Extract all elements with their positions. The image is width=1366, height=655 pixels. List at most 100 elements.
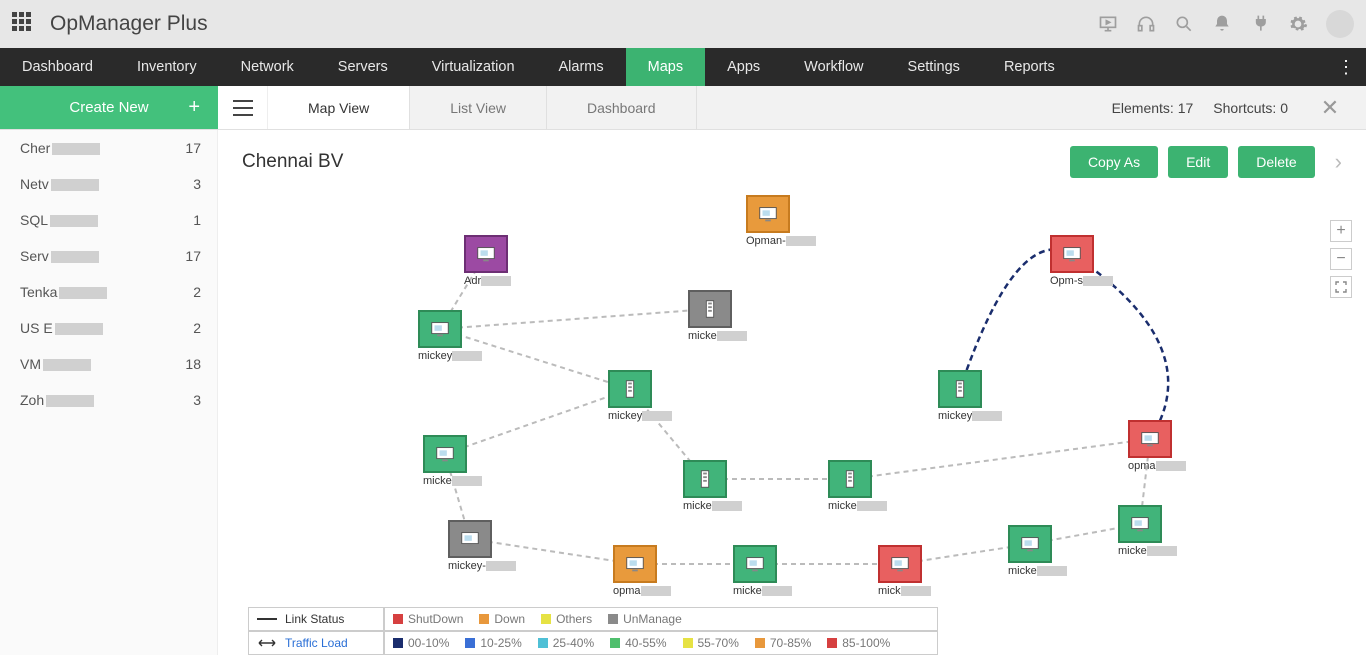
delete-button[interactable]: Delete — [1238, 146, 1314, 178]
device-icon — [418, 310, 462, 348]
device-icon — [733, 545, 777, 583]
map-list-sidebar: Cher17Netv3SQL1Serv17Tenka2US E2VM18Zoh3 — [0, 130, 218, 655]
zoom-out-button[interactable]: − — [1330, 248, 1352, 270]
nav-maps[interactable]: Maps — [626, 48, 705, 86]
nav-servers[interactable]: Servers — [316, 48, 410, 86]
sidebar-item[interactable]: SQL1 — [0, 202, 217, 238]
nav-alarms[interactable]: Alarms — [537, 48, 626, 86]
chevron-right-icon[interactable]: › — [1335, 149, 1342, 175]
presentation-icon[interactable] — [1098, 14, 1118, 34]
search-icon[interactable] — [1174, 14, 1194, 34]
plug-icon[interactable] — [1250, 14, 1270, 34]
legend-load-item: 85-100% — [827, 636, 890, 650]
node-label: micke — [733, 585, 792, 597]
node-label: opma — [613, 585, 671, 597]
sidebar-item[interactable]: US E2 — [0, 310, 217, 346]
topology-node[interactable]: mickey- — [448, 520, 516, 572]
device-icon — [1008, 525, 1052, 563]
topology-node[interactable]: Opman- — [746, 195, 816, 247]
node-label: mickey — [938, 410, 1002, 422]
device-icon — [938, 370, 982, 408]
nav-inventory[interactable]: Inventory — [115, 48, 219, 86]
edit-button[interactable]: Edit — [1168, 146, 1228, 178]
node-label: micke — [423, 475, 482, 487]
node-label: mickey- — [448, 560, 516, 572]
zoom-in-button[interactable]: + — [1330, 220, 1352, 242]
nav-reports[interactable]: Reports — [982, 48, 1077, 86]
plus-icon: + — [188, 96, 200, 119]
headset-icon[interactable] — [1136, 14, 1156, 34]
topology-node[interactable]: micke — [683, 460, 742, 512]
nav-dashboard[interactable]: Dashboard — [0, 48, 115, 86]
nav-virtualization[interactable]: Virtualization — [410, 48, 537, 86]
nav-network[interactable]: Network — [219, 48, 316, 86]
topology-node[interactable]: opma — [613, 545, 671, 597]
device-icon — [878, 545, 922, 583]
topology-node[interactable]: mickey — [418, 310, 482, 362]
node-label: Adr — [464, 275, 511, 287]
sidebar-item[interactable]: VM18 — [0, 346, 217, 382]
gear-icon[interactable] — [1288, 14, 1308, 34]
tab-map-view[interactable]: Map View — [268, 86, 410, 129]
node-label: micke — [1008, 565, 1067, 577]
product-title: OpManager Plus — [50, 12, 208, 36]
apps-grid-icon[interactable] — [12, 12, 36, 36]
nav-apps[interactable]: Apps — [705, 48, 782, 86]
sidebar-item[interactable]: Tenka2 — [0, 274, 217, 310]
topology-node[interactable]: Adr — [464, 235, 511, 287]
legend-load-item: 70-85% — [755, 636, 811, 650]
topology-node[interactable]: micke — [688, 290, 747, 342]
node-label: mickey — [608, 410, 672, 422]
copy-as-button[interactable]: Copy As — [1070, 146, 1158, 178]
sidebar-item[interactable]: Cher17 — [0, 130, 217, 166]
map-title: Chennai BV — [242, 151, 343, 173]
topology-node[interactable]: micke — [1118, 505, 1177, 557]
topology-node[interactable]: mick — [878, 545, 931, 597]
device-icon — [1118, 505, 1162, 543]
legend-status-item: Others — [541, 612, 592, 626]
fullscreen-button[interactable] — [1330, 276, 1352, 298]
sidebar-item[interactable]: Netv3 — [0, 166, 217, 202]
user-avatar[interactable] — [1326, 10, 1354, 38]
topology-node[interactable]: mickey — [938, 370, 1002, 422]
link-status-label: Link Status — [248, 607, 384, 631]
create-new-button[interactable]: Create New + — [0, 86, 218, 129]
topology-node[interactable]: micke — [423, 435, 482, 487]
node-label: mickey — [418, 350, 482, 362]
topology-node[interactable]: mickey — [608, 370, 672, 422]
legend-load-item: 10-25% — [465, 636, 521, 650]
topology-node[interactable]: Opm-s — [1050, 235, 1113, 287]
node-label: micke — [1118, 545, 1177, 557]
node-label: opma — [1128, 460, 1186, 472]
nav-workflow[interactable]: Workflow — [782, 48, 885, 86]
sidebar-item[interactable]: Serv17 — [0, 238, 217, 274]
create-new-label: Create New — [69, 99, 148, 116]
device-icon — [746, 195, 790, 233]
device-icon — [1050, 235, 1094, 273]
sidebar-item[interactable]: Zoh3 — [0, 382, 217, 418]
legend-load-item: 25-40% — [538, 636, 594, 650]
traffic-load-label: Traffic Load — [248, 631, 384, 655]
device-icon — [828, 460, 872, 498]
bell-icon[interactable] — [1212, 14, 1232, 34]
nav-more-icon[interactable]: ⋮ — [1326, 48, 1366, 86]
topology-node[interactable]: micke — [733, 545, 792, 597]
device-icon — [448, 520, 492, 558]
topology-node[interactable]: micke — [828, 460, 887, 512]
shortcuts-stat: Shortcuts: 0 — [1213, 100, 1288, 116]
tab-dashboard[interactable]: Dashboard — [547, 86, 697, 129]
device-icon — [423, 435, 467, 473]
legend-status-item: Down — [479, 612, 525, 626]
sidebar-toggle-icon[interactable] — [218, 86, 268, 129]
tab-list-view[interactable]: List View — [410, 86, 547, 129]
topology-node[interactable]: opma — [1128, 420, 1186, 472]
elements-stat: Elements: 17 — [1112, 100, 1194, 116]
legend-status-item: ShutDown — [393, 612, 463, 626]
node-label: micke — [683, 500, 742, 512]
device-icon — [613, 545, 657, 583]
node-label: micke — [828, 500, 887, 512]
close-icon[interactable]: ✕ — [1308, 95, 1352, 121]
device-icon — [683, 460, 727, 498]
nav-settings[interactable]: Settings — [886, 48, 982, 86]
topology-node[interactable]: micke — [1008, 525, 1067, 577]
